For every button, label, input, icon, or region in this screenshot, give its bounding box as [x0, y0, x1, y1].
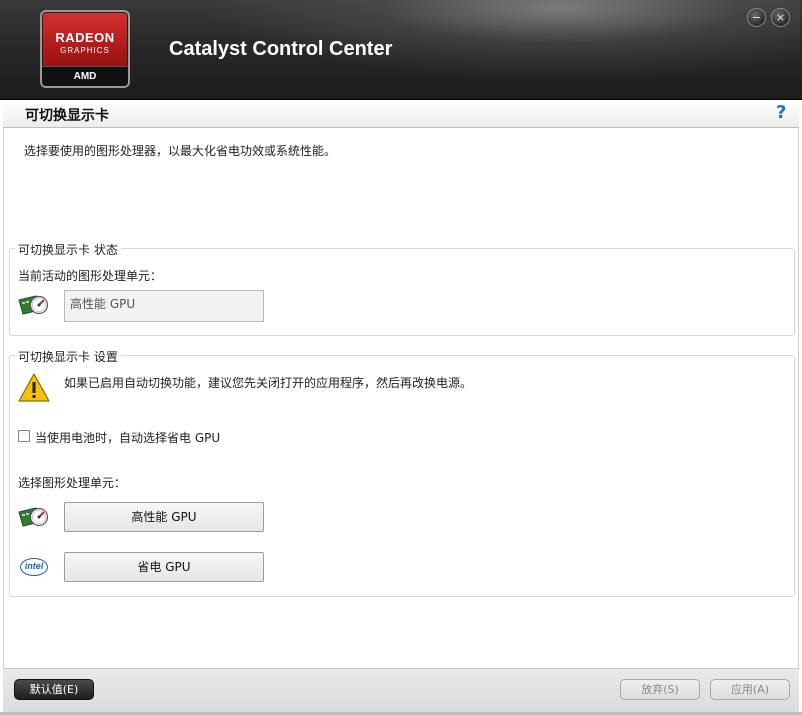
amd-gpu-icon	[18, 507, 49, 527]
logo-graphics-text: GRAPHICS	[60, 46, 110, 55]
app-header: RADEON GRAPHICS AMD Catalyst Control Cen…	[0, 0, 802, 100]
battery-auto-select-checkbox[interactable]	[18, 430, 30, 442]
warning-message: 如果已启用自动切换功能，建议您先关闭打开的应用程序，然后再改换电源。	[64, 376, 473, 390]
power-saving-gpu-button[interactable]: 省电 GPU	[64, 552, 264, 582]
defaults-button[interactable]: 默认值(E)	[14, 679, 94, 700]
logo-radeon-text: RADEON	[55, 30, 115, 45]
radeon-logo: RADEON GRAPHICS AMD	[40, 10, 130, 88]
warning-icon	[18, 373, 50, 402]
page-description: 选择要使用的图形处理器，以最大化省电功效或系统性能。	[24, 144, 337, 158]
logo-amd-text: AMD	[42, 66, 128, 86]
settings-group-legend: 可切换显示卡 设置	[15, 348, 121, 365]
amd-gpu-icon	[18, 295, 49, 315]
minimize-button[interactable]: −	[747, 8, 766, 27]
app-title: Catalyst Control Center	[169, 38, 393, 60]
page-title: 可切换显示卡	[25, 108, 109, 124]
discard-button[interactable]: 放弃(S)	[620, 679, 700, 700]
apply-button[interactable]: 应用(A)	[710, 679, 790, 700]
current-gpu-label: 当前活动的图形处理单元：	[18, 269, 163, 283]
high-performance-gpu-button[interactable]: 高性能 GPU	[64, 502, 264, 532]
page-title-bar: 可切换显示卡 ?	[3, 100, 799, 128]
status-group-legend: 可切换显示卡 状态	[15, 241, 121, 258]
help-icon[interactable]: ?	[776, 102, 786, 123]
intel-icon: intel	[20, 558, 48, 576]
close-button[interactable]: ×	[771, 8, 790, 27]
select-gpu-label: 选择图形处理单元：	[18, 476, 127, 490]
battery-auto-select-label[interactable]: 当使用电池时，自动选择省电 GPU	[35, 429, 220, 446]
current-gpu-field: 高性能 GPU	[64, 290, 264, 322]
